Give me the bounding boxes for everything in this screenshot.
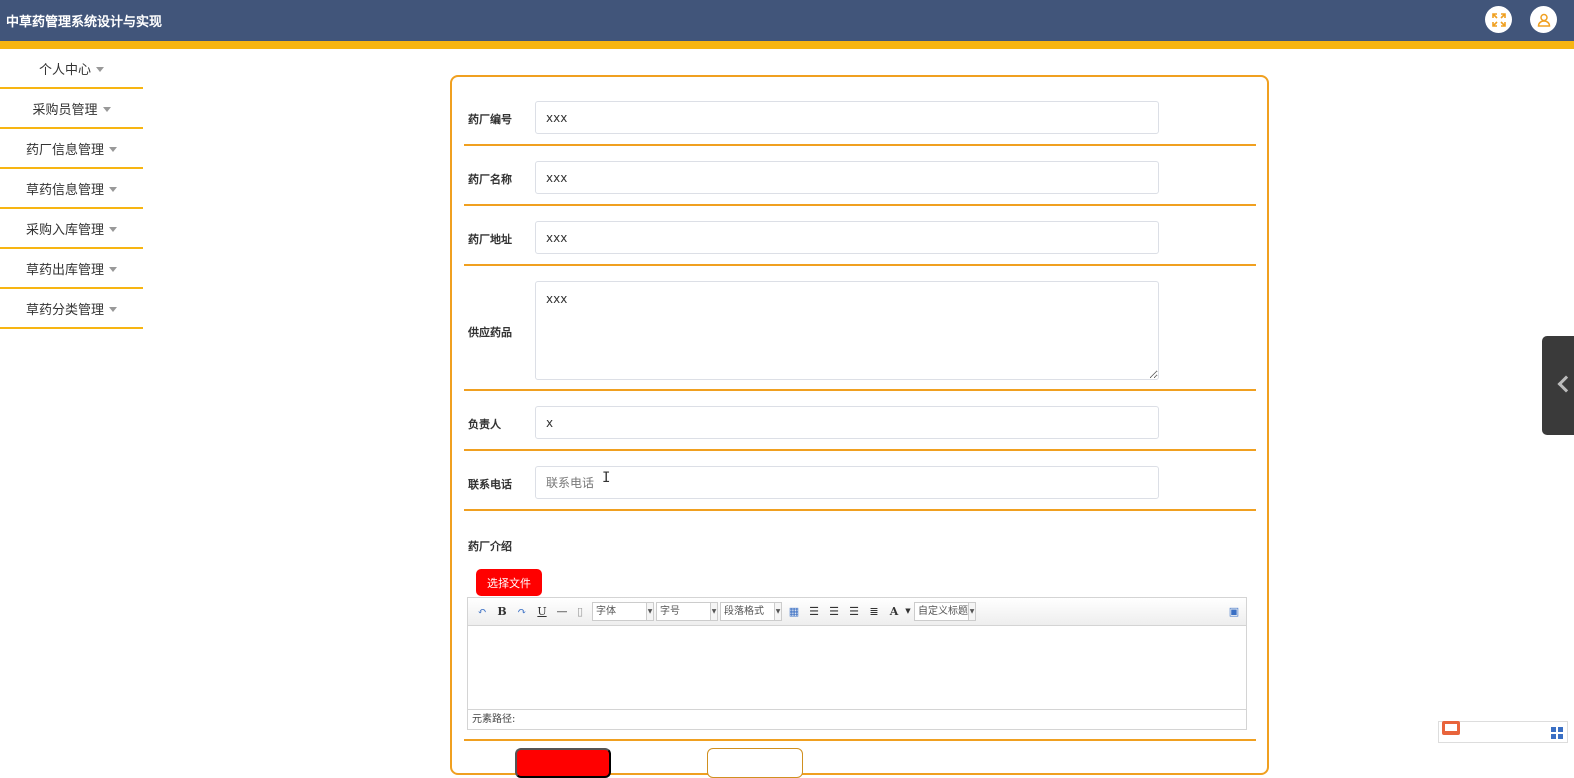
font-family-value: 字体 <box>596 606 616 617</box>
custom-title-select[interactable]: 自定义标题 ▼ <box>914 602 976 621</box>
factory-code-input[interactable] <box>535 101 1159 134</box>
undo-icon[interactable]: ↶ <box>474 603 490 619</box>
sidebar-item-label: 采购入库管理 <box>25 222 104 238</box>
sidebar-item-stock-out-management[interactable]: 草药出库管理 <box>0 249 143 289</box>
chevron-left-icon <box>1557 375 1574 393</box>
editor-toolbar: ↶ B ↷ U — ▯ 字体 ▼ 字号 ▼ 段落格式 ▼ ▦ ☰ ☰ ☰ ≣ A ▼ … <box>468 598 1246 626</box>
sidebar-item-herb-management[interactable]: 草药信息管理 <box>0 169 143 209</box>
top-bar: 中草药管理系统设计与实现 <box>0 0 1574 41</box>
redo-icon[interactable]: ↷ <box>514 603 530 619</box>
sidebar: 个人中心 采购员管理 药厂信息管理 草药信息管理 采购入库管理 草药出库管理 草… <box>0 49 143 329</box>
dropdown-arrow-icon: ▼ <box>646 603 653 620</box>
caret-down-icon <box>109 226 117 232</box>
sidebar-item-personal-center[interactable]: 个人中心 <box>0 49 143 89</box>
bold-icon[interactable]: B <box>494 603 510 619</box>
intro-label: 药厂介绍 <box>468 540 512 553</box>
font-size-value: 字号 <box>660 606 680 617</box>
paragraph-format-value: 段落格式 <box>724 606 764 617</box>
caret-down-icon <box>109 266 117 272</box>
align-right-icon[interactable]: ☰ <box>826 603 842 619</box>
supply-drugs-label: 供应药品 <box>468 326 512 339</box>
sidebar-item-category-management[interactable]: 草药分类管理 <box>0 289 143 329</box>
accent-strip <box>0 41 1574 49</box>
sidebar-item-buyer-management[interactable]: 采购员管理 <box>0 89 143 129</box>
dropdown-arrow-icon: ▼ <box>968 603 975 620</box>
dropdown-arrow-icon: ▼ <box>710 603 717 620</box>
choose-file-button[interactable]: 选择文件 <box>476 569 542 596</box>
sidebar-item-stock-in-management[interactable]: 采购入库管理 <box>0 209 143 249</box>
rich-text-editor: ↶ B ↷ U — ▯ 字体 ▼ 字号 ▼ 段落格式 ▼ ▦ ☰ ☰ ☰ ≣ A ▼ … <box>467 597 1247 730</box>
floating-widget[interactable] <box>1438 721 1568 743</box>
editor-status-bar: 元素路径: <box>468 709 1246 729</box>
app-title: 中草药管理系统设计与实现 <box>6 15 163 30</box>
text-cursor-icon: I <box>602 470 611 486</box>
user-button[interactable] <box>1530 6 1557 33</box>
form-row-supply-drugs: 供应药品 xxx <box>464 267 1256 391</box>
person-in-charge-input[interactable] <box>535 406 1159 439</box>
sidebar-item-label: 采购员管理 <box>32 102 98 118</box>
supply-drugs-textarea[interactable]: xxx <box>535 281 1159 380</box>
form-row-factory-address: 药厂地址 <box>464 207 1256 266</box>
caret-down-icon <box>109 146 117 152</box>
caret-down-icon <box>102 106 111 112</box>
sidebar-item-factory-management[interactable]: 药厂信息管理 <box>0 129 143 169</box>
cancel-button[interactable] <box>707 748 803 778</box>
factory-name-input[interactable] <box>535 161 1159 194</box>
side-panel-toggle[interactable] <box>1542 336 1574 435</box>
editor-content-area[interactable] <box>468 626 1246 709</box>
custom-title-value: 自定义标题 <box>918 606 968 617</box>
factory-address-label: 药厂地址 <box>468 233 512 246</box>
font-size-select[interactable]: 字号 ▼ <box>656 602 718 621</box>
form-row-person-in-charge: 负责人 <box>464 392 1256 451</box>
horizontal-rule-icon[interactable]: — <box>554 603 570 619</box>
caret-down-icon <box>96 66 104 72</box>
sidebar-item-label: 草药出库管理 <box>25 262 104 278</box>
form-row-factory-code: 药厂编号 <box>464 87 1256 146</box>
preview-icon[interactable]: ▣ <box>1226 603 1242 619</box>
phone-label: 联系电话 <box>468 478 512 491</box>
fullscreen-button[interactable] <box>1485 6 1512 33</box>
widget-grid-icon <box>1551 727 1563 739</box>
blank-page-icon[interactable]: ▯ <box>572 603 588 619</box>
underline-icon[interactable]: U <box>534 603 550 619</box>
align-left-icon[interactable]: ☰ <box>806 603 822 619</box>
paragraph-format-select[interactable]: 段落格式 ▼ <box>720 602 782 621</box>
person-in-charge-label: 负责人 <box>468 418 501 431</box>
sidebar-item-label: 个人中心 <box>38 62 91 78</box>
sidebar-item-label: 药厂信息管理 <box>25 142 104 158</box>
form-row-phone: 联系电话 <box>464 452 1256 511</box>
sidebar-item-label: 草药信息管理 <box>25 182 104 198</box>
user-icon <box>1537 13 1550 27</box>
table-icon[interactable]: ▦ <box>786 603 802 619</box>
factory-code-label: 药厂编号 <box>468 113 512 126</box>
font-family-select[interactable]: 字体 ▼ <box>592 602 654 621</box>
caret-down-icon <box>109 306 117 312</box>
submit-button[interactable] <box>515 748 611 778</box>
widget-logo-icon <box>1442 721 1460 735</box>
factory-address-input[interactable] <box>535 221 1159 254</box>
phone-input[interactable] <box>535 466 1159 499</box>
align-justify-icon[interactable]: ≣ <box>866 603 882 619</box>
form-row-factory-name: 药厂名称 <box>464 147 1256 206</box>
expand-icon <box>1491 12 1506 27</box>
sidebar-item-label: 草药分类管理 <box>25 302 104 318</box>
align-center-icon[interactable]: ☰ <box>846 603 862 619</box>
caret-down-icon <box>109 186 117 192</box>
dropdown-arrow-icon: ▼ <box>774 603 781 620</box>
factory-name-label: 药厂名称 <box>468 173 512 186</box>
